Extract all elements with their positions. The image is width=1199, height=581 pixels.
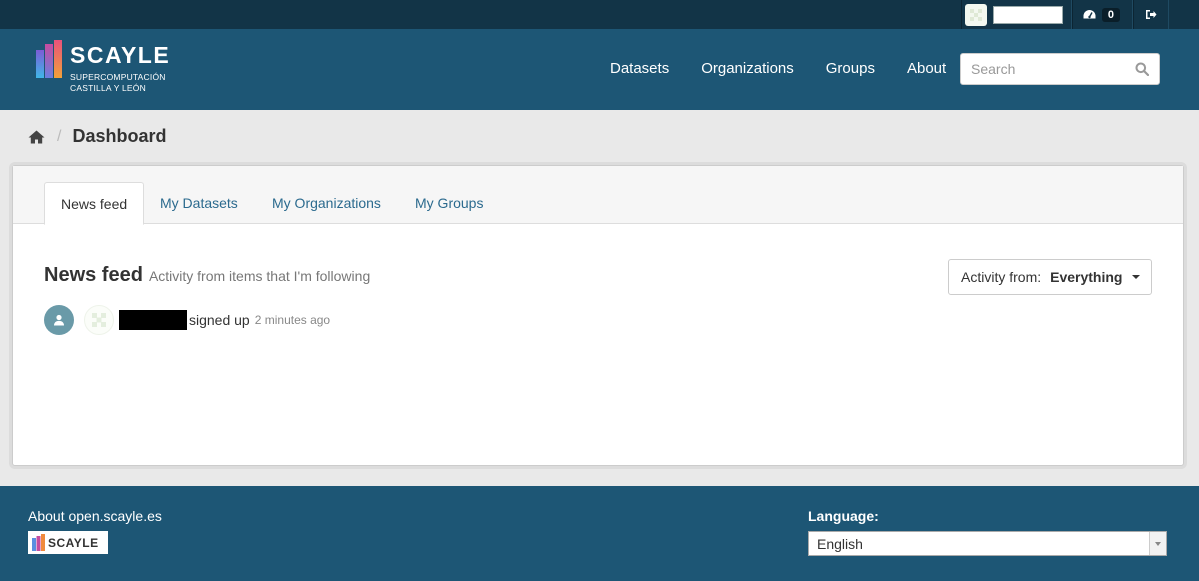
about-site-link[interactable]: About open.scayle.es — [28, 508, 162, 524]
activity-date: 2 minutes ago — [254, 313, 331, 327]
site-search — [960, 53, 1160, 85]
news-feed-subtitle: Activity from items that I'm following — [148, 268, 371, 284]
tab-news-feed[interactable]: News feed — [44, 182, 145, 225]
activity-filter-label: Activity from: — [961, 269, 1042, 285]
brand-name: SCAYLE — [70, 42, 171, 68]
nav-organizations[interactable]: Organizations — [701, 60, 794, 77]
brand-subtitle-1: SUPERCOMPUTACIÓN — [70, 72, 166, 82]
dashboard-icon — [1083, 10, 1096, 19]
dashboard-tabs: News feed My Datasets My Organizations M… — [13, 166, 1183, 225]
brand-subtitle-2: CASTILLA Y LEÓN — [70, 83, 146, 93]
news-feed-heading: News feed Activity from items that I'm f… — [44, 264, 370, 287]
search-icon[interactable] — [1135, 62, 1149, 76]
footer-logo[interactable]: SCAYLE — [28, 531, 108, 554]
main-nav: Datasets Organizations Groups About — [610, 60, 978, 77]
logout-link[interactable] — [1133, 0, 1169, 29]
chevron-down-icon — [1149, 532, 1166, 555]
user-account-link[interactable] — [960, 0, 1072, 29]
language-label: Language: — [808, 508, 879, 524]
account-masthead: 0 — [0, 0, 1199, 29]
nav-datasets[interactable]: Datasets — [610, 60, 669, 77]
tab-my-groups[interactable]: My Groups — [399, 182, 499, 224]
tab-my-datasets[interactable]: My Datasets — [144, 182, 254, 224]
page-title[interactable]: Dashboard — [72, 126, 166, 147]
footer-logo-text: SCAYLE — [48, 535, 99, 550]
search-input[interactable] — [961, 54, 1121, 84]
tab-my-organizations[interactable]: My Organizations — [256, 182, 397, 224]
activity-filter-dropdown[interactable]: Activity from: Everything — [948, 259, 1152, 295]
language-selected-value: English — [817, 535, 863, 552]
news-feed-title: News feed — [44, 264, 143, 286]
nav-about[interactable]: About — [907, 60, 946, 77]
dashboard-panel: News feed My Datasets My Organizations M… — [12, 165, 1184, 466]
activity-filter-value: Everything — [1050, 269, 1123, 285]
scayle-logo-mark — [32, 534, 45, 551]
scayle-logo-mark — [36, 40, 62, 78]
activity-action: signed up — [189, 312, 250, 328]
user-avatar — [964, 3, 987, 26]
site-footer: About open.scayle.es SCAYLE Language: En… — [0, 486, 1199, 581]
redacted-username — [992, 5, 1063, 24]
breadcrumb-separator: / — [57, 127, 62, 145]
masthead: SCAYLE SUPERCOMPUTACIÓN CASTILLA Y LEÓN … — [0, 29, 1199, 110]
nav-groups[interactable]: Groups — [826, 60, 875, 77]
breadcrumb: / Dashboard — [28, 126, 166, 147]
activity-item: signed up 2 minutes ago — [44, 305, 330, 335]
user-avatar[interactable] — [84, 305, 114, 335]
dashboard-link[interactable]: 0 — [1071, 0, 1133, 29]
caret-down-icon — [1132, 275, 1141, 279]
user-activity-icon — [44, 305, 74, 335]
site-logo[interactable]: SCAYLE SUPERCOMPUTACIÓN CASTILLA Y LEÓN — [36, 40, 170, 94]
sign-out-icon — [1146, 10, 1157, 19]
notification-count-badge: 0 — [1101, 7, 1120, 22]
language-select[interactable]: English — [808, 531, 1167, 556]
home-icon[interactable] — [28, 130, 45, 144]
redacted-user-link[interactable] — [119, 310, 187, 330]
